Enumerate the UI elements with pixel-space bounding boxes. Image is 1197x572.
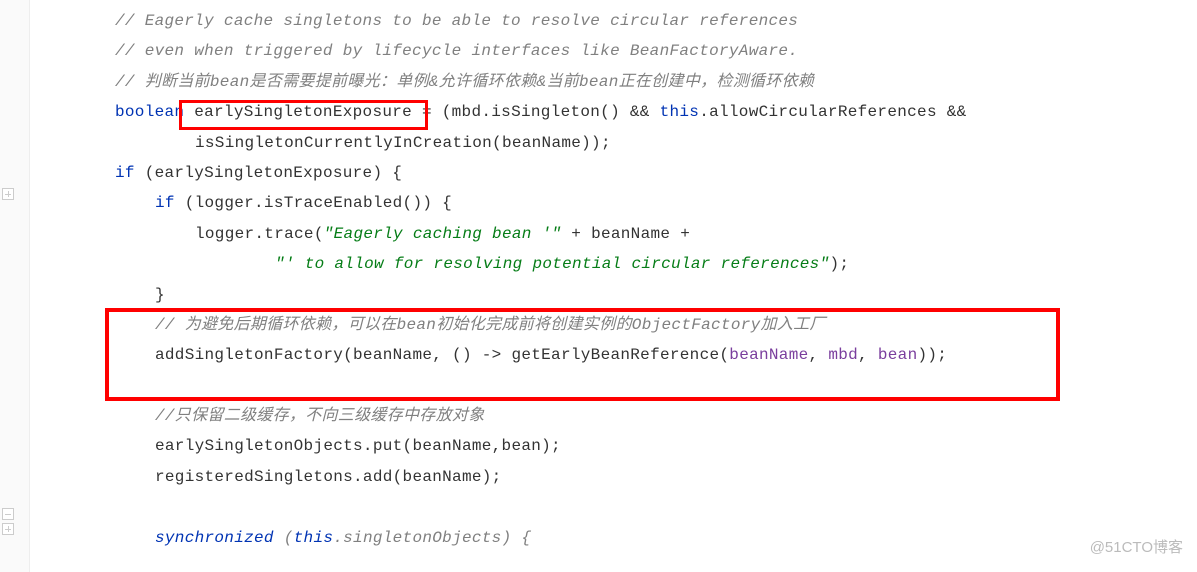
code-line: // 为避免后期循环依赖，可以在bean初始化完成前将创建实例的ObjectFa… — [40, 310, 1197, 340]
code-line: if (logger.isTraceEnabled()) { — [40, 188, 1197, 218]
code-line: // even when triggered by lifecycle inte… — [40, 36, 1197, 66]
code-text: (logger.isTraceEnabled()) { — [185, 194, 452, 212]
code-text: registeredSingletons.add(beanName); — [155, 468, 502, 486]
fold-marker-icon[interactable] — [2, 508, 14, 520]
comment-text: // 判断当前bean是否需要提前曝光：单例&允许循环依赖&当前bean正在创建… — [115, 73, 814, 91]
string-literal: "' to allow for resolving potential circ… — [275, 255, 830, 273]
comment-text: // 为避免后期循环依赖，可以在bean初始化完成前将创建实例的ObjectFa… — [155, 316, 826, 334]
editor-gutter — [0, 0, 30, 572]
blank-line — [40, 492, 1197, 522]
comment-text: //只保留二级缓存，不向三级缓存中存放对象 — [155, 407, 485, 425]
code-line: registeredSingletons.add(beanName); — [40, 462, 1197, 492]
param-beanname: beanName — [729, 346, 808, 364]
code-line: // 判断当前bean是否需要提前曝光：单例&允许循环依赖&当前bean正在创建… — [40, 67, 1197, 97]
code-text: ); — [830, 255, 850, 273]
param-bean: bean — [878, 346, 918, 364]
code-text: = (mbd.isSingleton() && — [422, 103, 660, 121]
code-line: if (earlySingletonExposure) { — [40, 158, 1197, 188]
code-text: )); — [917, 346, 947, 364]
code-text: addSingletonFactory(beanName, () -> getE… — [155, 346, 729, 364]
code-text: isSingletonCurrentlyInCreation(beanName)… — [195, 134, 611, 152]
code-text: .singletonObjects) { — [333, 529, 531, 547]
keyword-this: this — [294, 529, 334, 547]
code-text: } — [155, 286, 165, 304]
keyword-boolean: boolean — [115, 103, 184, 121]
code-line: } — [40, 280, 1197, 310]
code-line: earlySingletonObjects.put(beanName,bean)… — [40, 431, 1197, 461]
code-line: boolean earlySingletonExposure = (mbd.is… — [40, 97, 1197, 127]
fold-marker-icon[interactable] — [2, 523, 14, 535]
keyword-if: if — [155, 194, 185, 212]
code-text: (earlySingletonExposure) { — [145, 164, 402, 182]
code-text: earlySingletonObjects.put(beanName,bean)… — [155, 437, 561, 455]
watermark-text: @51CTO博客 — [1090, 534, 1183, 563]
keyword-this: this — [660, 103, 700, 121]
code-text: .allowCircularReferences && — [699, 103, 966, 121]
code-line: //只保留二级缓存，不向三级缓存中存放对象 — [40, 401, 1197, 431]
keyword-synchronized: synchronized — [155, 529, 284, 547]
code-line: isSingletonCurrentlyInCreation(beanName)… — [40, 128, 1197, 158]
var-earlysingletonexposure: earlySingletonExposure — [184, 103, 422, 121]
comma: , — [809, 346, 829, 364]
param-mbd: mbd — [828, 346, 858, 364]
code-line: logger.trace("Eagerly caching bean '" + … — [40, 219, 1197, 249]
code-line: // Eagerly cache singletons to be able t… — [40, 6, 1197, 36]
comment-text: // even when triggered by lifecycle inte… — [115, 42, 798, 60]
code-text: ( — [284, 529, 294, 547]
comment-text: // Eagerly cache singletons to be able t… — [115, 12, 798, 30]
fold-marker-icon[interactable] — [2, 188, 14, 200]
code-line: addSingletonFactory(beanName, () -> getE… — [40, 340, 1197, 370]
string-literal: "Eagerly caching bean '" — [324, 225, 562, 243]
blank-line — [40, 371, 1197, 401]
code-editor: // Eagerly cache singletons to be able t… — [0, 0, 1197, 553]
code-text: logger.trace( — [195, 225, 324, 243]
code-line: "' to allow for resolving potential circ… — [40, 249, 1197, 279]
comma: , — [858, 346, 878, 364]
code-line: synchronized (this.singletonObjects) { — [40, 523, 1197, 553]
keyword-if: if — [115, 164, 145, 182]
code-text: + beanName + — [561, 225, 690, 243]
